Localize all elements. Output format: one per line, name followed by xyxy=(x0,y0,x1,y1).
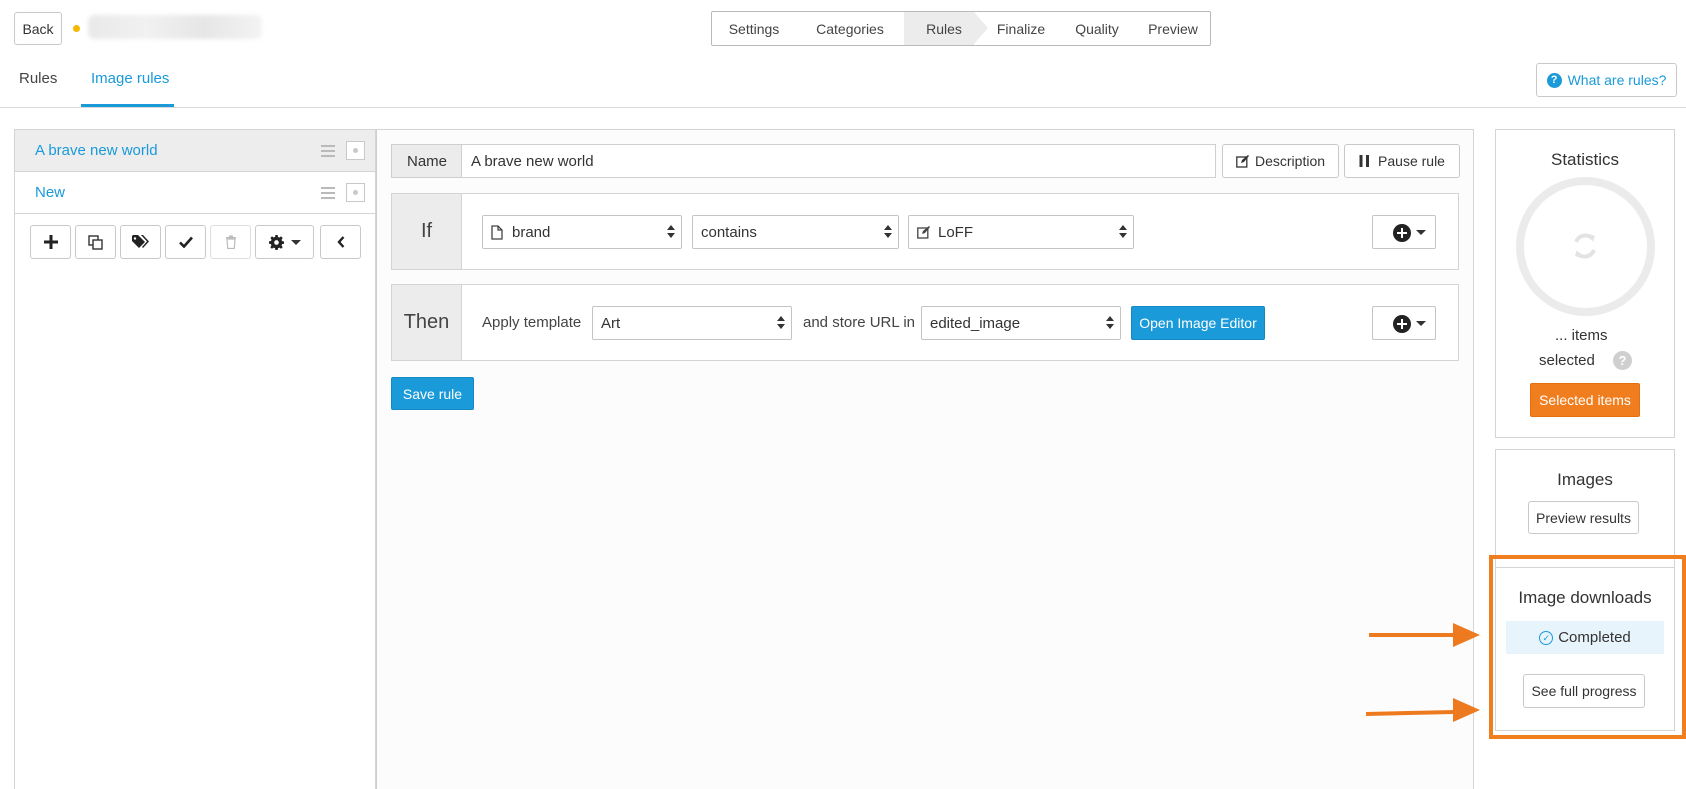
annotation-arrow-head xyxy=(1453,698,1480,722)
condition-value-text: LoFF xyxy=(938,223,974,241)
what-are-rules-label: What are rules? xyxy=(1567,72,1667,88)
copy-icon xyxy=(88,234,103,250)
selected-items-button[interactable]: Selected items xyxy=(1530,383,1640,417)
plus-icon xyxy=(43,235,58,249)
tab-rules[interactable]: Rules xyxy=(19,70,57,87)
annotation-arrow-head xyxy=(1453,623,1480,647)
store-field-value: edited_image xyxy=(930,314,1021,332)
duplicate-rule-button[interactable] xyxy=(75,225,116,259)
drag-handle-icon[interactable] xyxy=(321,187,335,199)
collapse-panel-button[interactable] xyxy=(320,225,361,259)
template-value: Art xyxy=(601,314,621,332)
rule-toggle-checkbox[interactable] xyxy=(346,141,365,160)
chevron-down-icon xyxy=(290,239,301,245)
blurred-project-name xyxy=(88,15,262,39)
images-title: Images xyxy=(1557,470,1613,489)
condition-operator-value: contains xyxy=(701,223,757,241)
status-dot xyxy=(73,25,80,32)
chevron-left-icon xyxy=(336,236,344,248)
validate-rule-button[interactable] xyxy=(165,225,206,259)
add-condition-dropdown[interactable] xyxy=(1372,215,1436,249)
rule-item-label: A brave new world xyxy=(35,142,158,159)
items-count-text: ... items xyxy=(1555,327,1608,344)
select-arrows-icon xyxy=(667,225,675,239)
step-categories[interactable]: Categories xyxy=(796,12,904,45)
step-settings[interactable]: Settings xyxy=(712,12,796,45)
wizard-stepper: Settings Categories Rules Finalize Quali… xyxy=(711,11,1211,46)
plus-circle-icon xyxy=(1393,224,1411,242)
trash-icon xyxy=(225,235,236,249)
select-arrows-icon xyxy=(1119,225,1127,239)
add-action-dropdown[interactable] xyxy=(1372,306,1436,340)
step-rules[interactable]: Rules xyxy=(904,12,988,45)
save-rule-button[interactable]: Save rule xyxy=(391,377,474,410)
items-selected-text: selected xyxy=(1539,352,1595,369)
description-label: Description xyxy=(1254,153,1326,169)
rule-item-label: New xyxy=(35,184,66,201)
store-field-select[interactable]: edited_image xyxy=(921,306,1121,340)
select-arrows-icon xyxy=(884,225,892,239)
edit-icon xyxy=(1236,154,1249,168)
select-arrows-icon xyxy=(777,316,785,330)
pause-icon xyxy=(1359,155,1370,167)
step-preview[interactable]: Preview xyxy=(1136,12,1210,45)
condition-field-select[interactable]: brand xyxy=(482,215,682,249)
tags-icon xyxy=(132,235,149,248)
if-label: If xyxy=(392,194,462,269)
annotation-arrow-line xyxy=(1369,633,1453,637)
apply-template-label: Apply template xyxy=(482,314,582,331)
condition-field-value: brand xyxy=(512,223,551,241)
condition-value-select[interactable]: LoFF xyxy=(908,215,1134,249)
rule-toggle-checkbox[interactable] xyxy=(346,183,365,202)
check-icon xyxy=(178,236,193,248)
what-are-rules-button[interactable]: ? What are rules? xyxy=(1536,63,1677,97)
preview-results-button[interactable]: Preview results xyxy=(1528,501,1639,534)
question-circle-icon: ? xyxy=(1546,72,1562,88)
help-icon[interactable]: ? xyxy=(1613,351,1632,370)
tabs-divider xyxy=(0,107,1686,108)
highlight-frame xyxy=(1489,555,1686,739)
tag-rule-button[interactable] xyxy=(120,225,161,259)
chevron-down-icon xyxy=(1416,230,1426,235)
pause-rule-label: Pause rule xyxy=(1378,153,1445,169)
pause-rule-button[interactable]: Pause rule xyxy=(1344,144,1460,178)
tab-image-rules[interactable]: Image rules xyxy=(91,70,169,87)
drag-handle-icon[interactable] xyxy=(321,145,335,157)
edit-icon xyxy=(917,225,930,239)
open-image-editor-button[interactable]: Open Image Editor xyxy=(1131,306,1265,340)
template-select[interactable]: Art xyxy=(592,306,792,340)
gear-icon xyxy=(268,234,284,250)
statistics-title: Statistics xyxy=(1550,150,1620,169)
chevron-down-icon xyxy=(1416,321,1426,326)
then-label: Then xyxy=(392,285,462,360)
plus-circle-icon xyxy=(1393,315,1411,333)
name-label: Name xyxy=(391,144,462,178)
refresh-icon xyxy=(1574,233,1596,259)
rule-name-input[interactable]: A brave new world xyxy=(461,144,1216,178)
add-rule-button[interactable] xyxy=(30,225,71,259)
delete-rule-button[interactable] xyxy=(210,225,251,259)
store-url-label: and store URL in xyxy=(803,314,916,331)
select-arrows-icon xyxy=(1106,316,1114,330)
rule-item-brave-new-world[interactable]: A brave new world xyxy=(15,130,375,172)
rule-settings-dropdown[interactable] xyxy=(255,225,314,259)
back-button[interactable]: Back xyxy=(14,12,62,45)
rule-item-new[interactable]: New xyxy=(15,172,375,214)
step-quality[interactable]: Quality xyxy=(1058,12,1136,45)
description-button[interactable]: Description xyxy=(1222,144,1339,178)
condition-operator-select[interactable]: contains xyxy=(692,215,899,249)
file-icon xyxy=(491,224,503,240)
